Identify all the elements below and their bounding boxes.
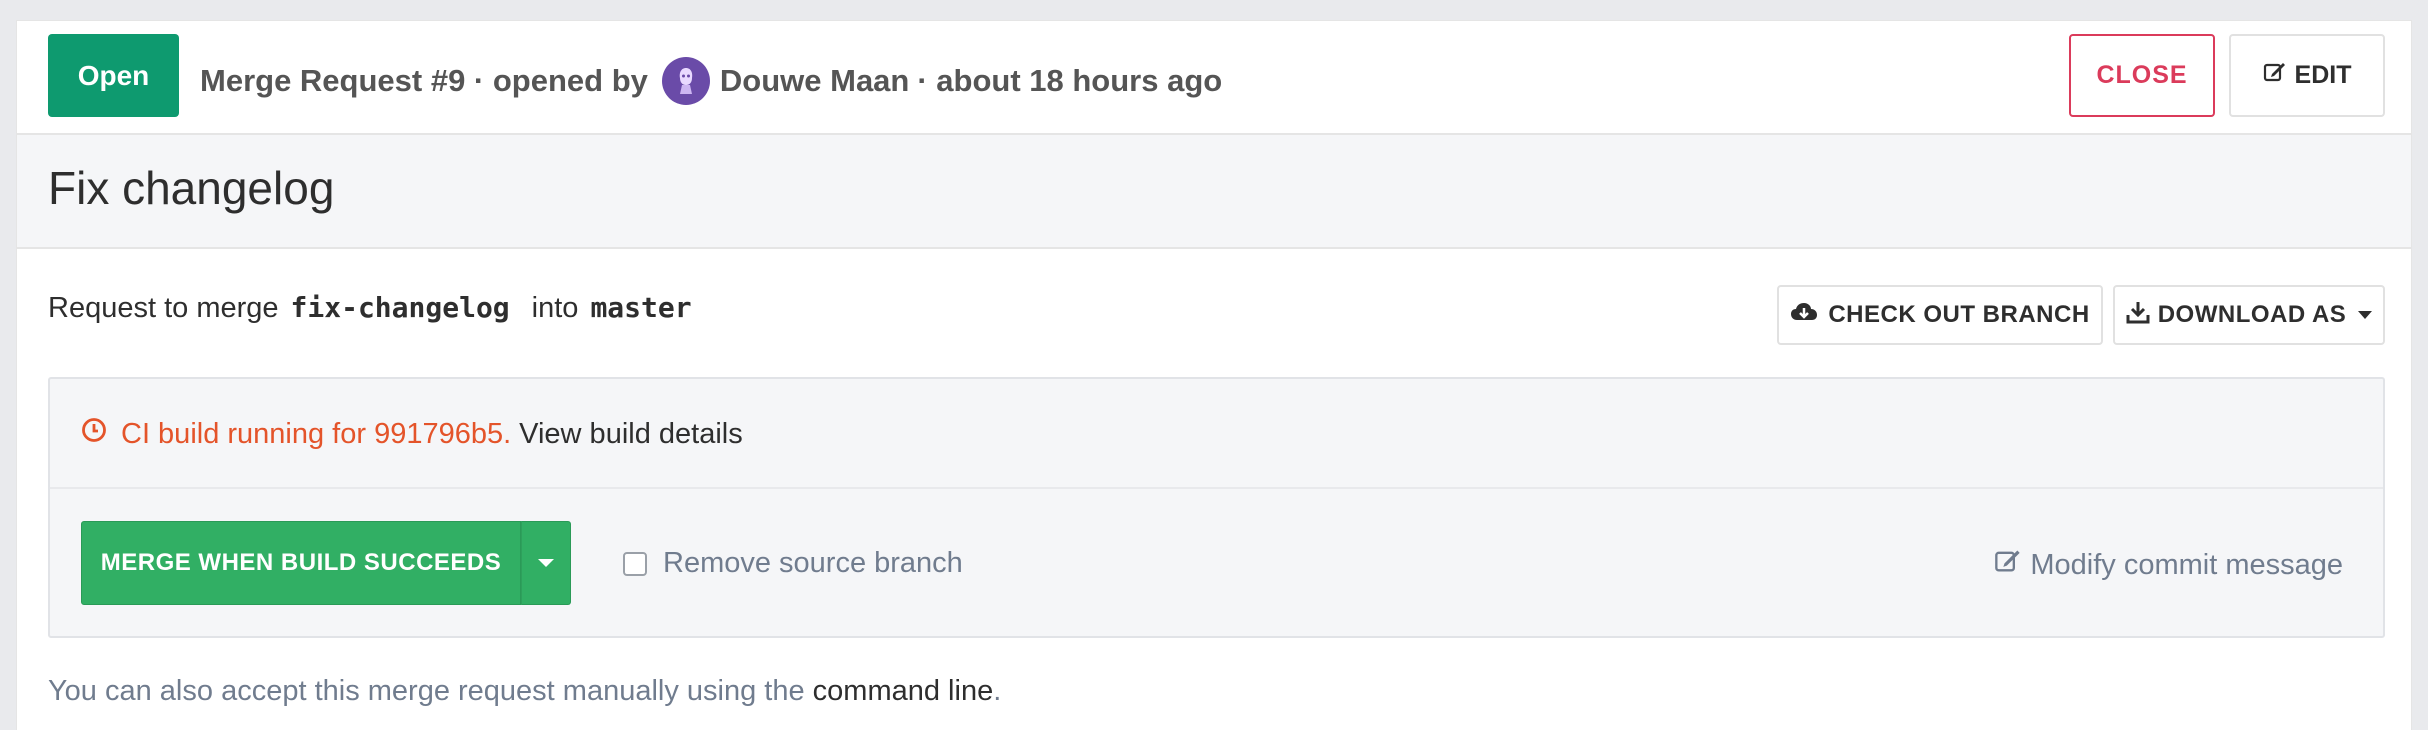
edit-label: EDIT [2294, 61, 2352, 89]
clock-icon [81, 417, 107, 451]
merge-request-panel: Open Merge Request #9 · opened by Douwe … [16, 20, 2412, 730]
merge-options-dropdown[interactable] [521, 521, 571, 605]
manual-merge-text: You can also accept this merge request m… [48, 675, 805, 707]
view-build-details-link[interactable]: View build details [519, 418, 743, 451]
check-out-branch-button[interactable]: CHECK OUT BRANCH [1777, 285, 2103, 345]
merge-when-build-succeeds-button[interactable]: MERGE WHEN BUILD SUCCEEDS [81, 521, 521, 605]
remove-source-branch-label: Remove source branch [663, 547, 963, 579]
merge-branches-line: Request to merge fix-changelog into mast… [48, 291, 692, 325]
into-label: into [531, 292, 579, 324]
download-as-label: DOWNLOAD AS [2157, 301, 2347, 328]
remove-source-branch-option[interactable]: Remove source branch [623, 547, 963, 580]
request-prefix: Request to merge [48, 292, 279, 324]
cloud-download-icon [1790, 300, 1818, 331]
remove-source-branch-checkbox[interactable] [623, 551, 647, 576]
widget-divider [50, 487, 2383, 489]
modify-commit-message-link[interactable]: Modify commit message [1994, 547, 2343, 583]
caret-down-icon [538, 559, 554, 567]
source-branch[interactable]: fix-changelog [291, 291, 510, 324]
page-title: Fix changelog [48, 162, 335, 214]
download-icon [2126, 300, 2150, 331]
merge-request-header: Open Merge Request #9 · opened by Douwe … [17, 21, 2411, 135]
modify-commit-message-label: Modify commit message [2030, 548, 2343, 581]
meta-prefix: Merge Request #9 · opened by [200, 63, 648, 98]
author-avatar[interactable] [661, 57, 710, 105]
hint-period: . [993, 675, 1002, 707]
close-button[interactable]: CLOSE [2069, 34, 2215, 117]
meta-time: · about 18 hours ago [917, 63, 1223, 98]
caret-down-icon [2358, 311, 2373, 319]
author-name[interactable]: Douwe Maan [720, 63, 909, 99]
download-as-button[interactable]: DOWNLOAD AS [2113, 285, 2385, 345]
edit-button[interactable]: EDIT [2229, 34, 2385, 117]
status-badge: Open [48, 34, 179, 117]
target-branch[interactable]: master [590, 291, 691, 324]
merge-request-meta: Merge Request #9 · opened by Douwe Maan … [200, 57, 1222, 105]
edit-icon [2263, 60, 2287, 91]
command-line-link[interactable]: command line [813, 675, 994, 707]
merge-widget: CI build running for 991796b5. View buil… [48, 377, 2385, 638]
ci-status-text: CI build running for 991796b5. [121, 417, 512, 450]
title-area: Fix changelog [17, 135, 2411, 249]
edit-icon [1994, 547, 2022, 583]
manual-merge-hint: You can also accept this merge request m… [48, 675, 1001, 708]
check-out-branch-label: CHECK OUT BRANCH [1828, 301, 2090, 328]
ci-status: CI build running for 991796b5. View buil… [81, 417, 743, 451]
merge-button-group: MERGE WHEN BUILD SUCCEEDS [81, 521, 571, 605]
